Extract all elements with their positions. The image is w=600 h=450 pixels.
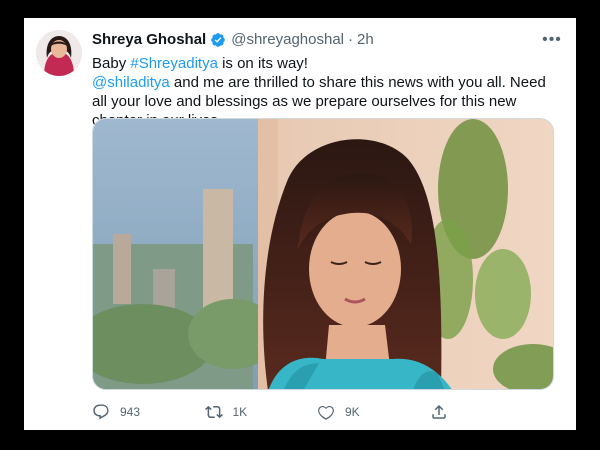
display-name[interactable]: Shreya Ghoshal xyxy=(92,30,206,50)
mention-link[interactable]: @shiladitya xyxy=(92,74,170,91)
like-icon xyxy=(318,405,334,420)
share-button[interactable] xyxy=(430,403,543,421)
tweet-header: Shreya Ghoshal @shreyaghoshal · 2h ••• xyxy=(92,30,562,50)
tweet-line-1: Baby #Shreyaditya is on its way! xyxy=(92,54,562,73)
retweet-count: 1K xyxy=(232,405,248,419)
reply-count: 943 xyxy=(120,405,141,419)
reply-button[interactable]: 943 xyxy=(92,403,205,421)
tweet-card[interactable]: Shreya Ghoshal @shreyaghoshal · 2h ••• B… xyxy=(24,18,576,430)
tweet-photo[interactable] xyxy=(92,118,554,390)
line1-suffix: is on its way! xyxy=(217,55,308,72)
avatar[interactable] xyxy=(36,30,82,76)
timestamp[interactable]: 2h xyxy=(357,30,374,50)
action-bar: 943 1K 9K xyxy=(92,402,542,422)
verified-badge-icon xyxy=(210,32,226,48)
handle[interactable]: @shreyaghoshal xyxy=(231,30,344,50)
retweet-button[interactable]: 1K xyxy=(204,403,318,421)
more-icon[interactable]: ••• xyxy=(542,30,562,50)
share-icon xyxy=(431,404,446,419)
like-count: 9K xyxy=(345,405,360,419)
line1-prefix: Baby xyxy=(92,55,131,72)
retweet-icon xyxy=(204,405,223,419)
like-button[interactable]: 9K xyxy=(317,403,430,421)
separator-dot: · xyxy=(348,31,354,48)
reply-icon xyxy=(93,404,109,420)
hashtag-link[interactable]: #Shreyaditya xyxy=(130,55,218,72)
